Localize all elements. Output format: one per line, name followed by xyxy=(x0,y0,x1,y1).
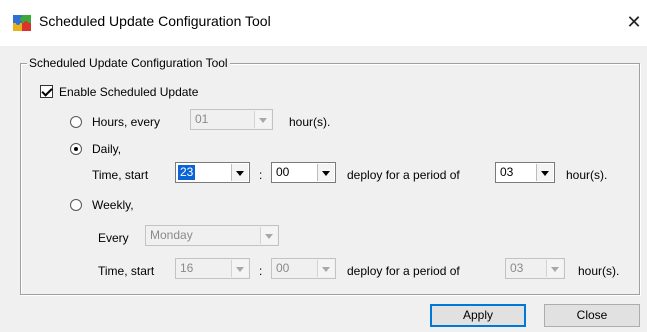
daily-unit-label: hour(s). xyxy=(566,168,608,182)
chevron-down-icon[interactable] xyxy=(317,164,334,181)
chevron-down-icon[interactable] xyxy=(317,260,334,277)
window-title: Scheduled Update Configuration Tool xyxy=(39,13,271,29)
daily-radio[interactable] xyxy=(70,143,82,155)
weekly-time-start-label: Time, start xyxy=(98,264,155,278)
enable-scheduled-update-label: Enable Scheduled Update xyxy=(59,85,199,99)
weekly-every-label: Every xyxy=(98,231,129,245)
hours-radio[interactable] xyxy=(70,116,82,128)
daily-period-combo[interactable]: 03 xyxy=(495,162,555,183)
chevron-down-icon[interactable] xyxy=(254,111,271,128)
daily-deploy-label: deploy for a period of xyxy=(347,168,460,182)
weekly-start-hour-combo[interactable]: 16 xyxy=(175,258,250,279)
apply-button[interactable]: Apply xyxy=(430,304,526,327)
title-bar[interactable]: Scheduled Update Configuration Tool ✕ xyxy=(0,0,647,46)
weekly-start-minute-value: 00 xyxy=(276,261,290,275)
chevron-down-icon[interactable] xyxy=(231,260,248,277)
weekly-unit-label: hour(s). xyxy=(578,264,620,278)
daily-start-hour-value: 23 xyxy=(178,165,196,180)
hours-interval-combo[interactable]: 01 xyxy=(190,109,273,130)
weekly-period-combo[interactable]: 03 xyxy=(505,258,565,279)
enable-scheduled-update-checkbox[interactable] xyxy=(40,85,53,98)
weekly-radio[interactable] xyxy=(70,199,82,211)
chevron-down-icon[interactable] xyxy=(546,260,563,277)
hours-radio-label: Hours, every xyxy=(92,115,161,129)
daily-start-hour-combo[interactable]: 23 xyxy=(175,162,250,183)
daily-start-minute-combo[interactable]: 00 xyxy=(271,162,336,183)
weekly-day-combo[interactable]: Monday xyxy=(145,225,279,246)
chevron-down-icon[interactable] xyxy=(536,164,553,181)
puzzle-app-icon xyxy=(13,15,31,31)
close-window-icon[interactable]: ✕ xyxy=(624,10,644,34)
weekly-start-minute-combo[interactable]: 00 xyxy=(271,258,336,279)
group-legend: Scheduled Update Configuration Tool xyxy=(27,56,230,70)
dialog-client-area: Scheduled Update Configuration Tool Enab… xyxy=(0,46,647,332)
close-button[interactable]: Close xyxy=(544,304,640,327)
daily-start-minute-value: 00 xyxy=(276,165,290,179)
weekly-radio-label: Weekly, xyxy=(92,198,134,212)
weekly-deploy-label: deploy for a period of xyxy=(347,264,460,278)
hours-interval-value: 01 xyxy=(195,112,209,126)
daily-time-separator: : xyxy=(259,168,263,182)
chevron-down-icon[interactable] xyxy=(260,227,277,244)
chevron-down-icon[interactable] xyxy=(231,164,248,181)
weekly-start-hour-value: 16 xyxy=(180,261,194,275)
weekly-period-value: 03 xyxy=(510,261,524,275)
weekly-time-separator: : xyxy=(259,264,263,278)
weekly-day-value: Monday xyxy=(150,228,193,242)
daily-radio-label: Daily, xyxy=(92,142,122,156)
hours-unit-label: hour(s). xyxy=(289,115,331,129)
daily-period-value: 03 xyxy=(500,165,514,179)
daily-time-start-label: Time, start xyxy=(92,168,149,182)
